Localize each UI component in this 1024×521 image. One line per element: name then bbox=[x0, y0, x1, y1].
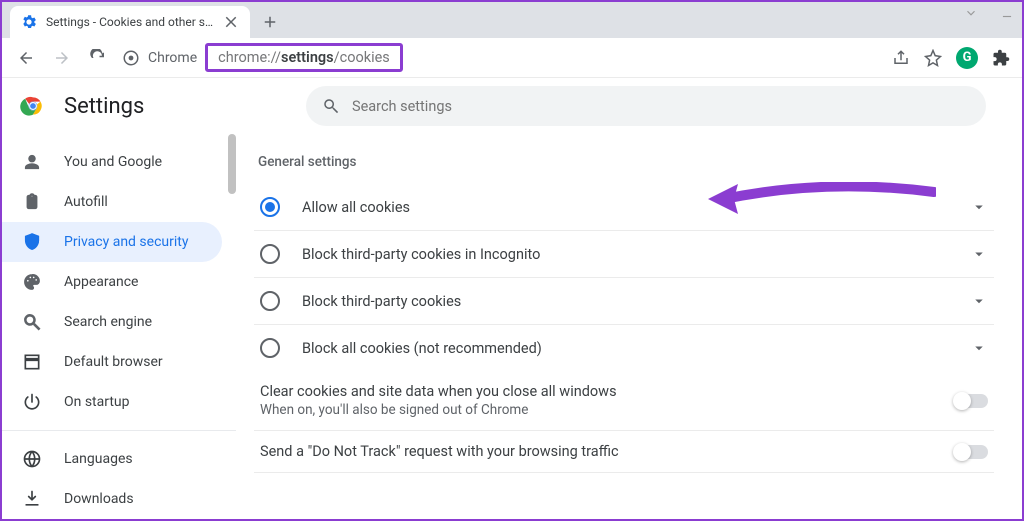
reload-button[interactable] bbox=[86, 46, 110, 70]
sidebar-item-downloads[interactable]: Downloads bbox=[2, 479, 222, 519]
toggle-title: Send a "Do Not Track" request with your … bbox=[260, 443, 954, 460]
extension-badge[interactable]: G bbox=[956, 47, 978, 69]
person-icon bbox=[22, 152, 42, 172]
sidebar-item-label: Search engine bbox=[64, 314, 152, 330]
sidebar-item-label: On startup bbox=[64, 394, 130, 410]
sidebar-item-label: Privacy and security bbox=[64, 234, 188, 250]
search-icon bbox=[322, 97, 340, 115]
tab-strip: Settings - Cookies and other site bbox=[2, 2, 1022, 38]
scrollbar[interactable] bbox=[228, 134, 236, 194]
cookie-option[interactable]: Block third-party cookies bbox=[254, 278, 994, 325]
sidebar-item-you-and-google[interactable]: You and Google bbox=[2, 142, 222, 182]
page-title: Settings bbox=[64, 94, 144, 119]
radio-icon[interactable] bbox=[260, 291, 280, 311]
share-icon[interactable] bbox=[892, 49, 910, 67]
window-controls bbox=[964, 6, 1014, 20]
cookie-option[interactable]: Block third-party cookies in Incognito bbox=[254, 231, 994, 278]
sidebar-item-default-browser[interactable]: Default browser bbox=[2, 342, 222, 382]
sidebar-item-label: Default browser bbox=[64, 354, 163, 370]
chevron-down-icon[interactable] bbox=[970, 339, 988, 357]
sidebar-item-label: Autofill bbox=[64, 194, 108, 210]
search-settings[interactable] bbox=[306, 86, 986, 126]
option-label: Block all cookies (not recommended) bbox=[302, 340, 970, 357]
sidebar-item-autofill[interactable]: Autofill bbox=[2, 182, 222, 222]
sidebar-item-privacy-and-security[interactable]: Privacy and security bbox=[2, 222, 222, 262]
chrome-logo-icon bbox=[20, 93, 46, 119]
palette-icon bbox=[22, 272, 42, 292]
shield-icon bbox=[22, 232, 42, 252]
search-input[interactable] bbox=[352, 98, 970, 115]
cookie-option[interactable]: Allow all cookies bbox=[254, 184, 994, 231]
power-icon bbox=[22, 392, 42, 412]
chrome-icon bbox=[122, 49, 140, 67]
toggle-switch[interactable] bbox=[954, 394, 988, 408]
radio-icon[interactable] bbox=[260, 244, 280, 264]
radio-icon[interactable] bbox=[260, 338, 280, 358]
toggle-row[interactable]: Send a "Do Not Track" request with your … bbox=[254, 431, 994, 473]
sidebar-item-languages[interactable]: Languages bbox=[2, 439, 222, 479]
option-label: Allow all cookies bbox=[302, 199, 970, 216]
reload-icon bbox=[89, 49, 107, 67]
clipboard-icon bbox=[22, 192, 42, 212]
plus-icon bbox=[261, 13, 279, 31]
chevron-down-icon[interactable] bbox=[964, 6, 978, 20]
star-icon[interactable] bbox=[924, 49, 942, 67]
option-label: Block third-party cookies bbox=[302, 293, 970, 310]
minimize-icon[interactable] bbox=[1000, 6, 1014, 20]
new-tab-button[interactable] bbox=[256, 8, 284, 36]
sidebar-item-appearance[interactable]: Appearance bbox=[2, 262, 222, 302]
close-icon[interactable] bbox=[222, 13, 240, 31]
radio-icon[interactable] bbox=[260, 197, 280, 217]
gear-icon bbox=[20, 13, 38, 31]
option-label: Block third-party cookies in Incognito bbox=[302, 246, 970, 263]
globe-icon bbox=[22, 449, 42, 469]
sidebar-item-search-engine[interactable]: Search engine bbox=[2, 302, 222, 342]
omnibox[interactable]: Chrome chrome://settings/cookies bbox=[122, 43, 880, 72]
tab-title: Settings - Cookies and other site bbox=[46, 15, 214, 29]
content: General settings Allow all cookies Block … bbox=[236, 134, 1022, 519]
sidebar-item-label: Languages bbox=[64, 451, 133, 467]
back-button[interactable] bbox=[14, 46, 38, 70]
cookie-option[interactable]: Block all cookies (not recommended) bbox=[254, 325, 994, 371]
toolbar: Chrome chrome://settings/cookies G bbox=[2, 38, 1022, 78]
toggle-switch[interactable] bbox=[954, 445, 988, 459]
settings-body: You and Google Autofill Privacy and securi… bbox=[2, 134, 1022, 519]
sidebar-item-label: Appearance bbox=[64, 274, 138, 290]
toggle-subtitle: When on, you'll also be signed out of Ch… bbox=[260, 402, 954, 418]
browser-tab[interactable]: Settings - Cookies and other site bbox=[10, 6, 250, 38]
toggle-row[interactable]: Clear cookies and site data when you clo… bbox=[254, 371, 994, 431]
arrow-left-icon bbox=[17, 49, 35, 67]
browser-icon bbox=[22, 352, 42, 372]
separator bbox=[2, 430, 236, 431]
extensions-icon[interactable] bbox=[992, 49, 1010, 67]
section-title: General settings bbox=[258, 154, 994, 170]
toggle-title: Clear cookies and site data when you clo… bbox=[260, 383, 954, 400]
chevron-down-icon[interactable] bbox=[970, 292, 988, 310]
omnibox-brand: Chrome bbox=[148, 50, 197, 66]
chevron-down-icon[interactable] bbox=[970, 198, 988, 216]
sidebar-item-on-startup[interactable]: On startup bbox=[2, 382, 222, 422]
magnify-icon bbox=[22, 312, 42, 332]
sidebar-item-label: Downloads bbox=[64, 491, 134, 507]
sidebar-item-label: You and Google bbox=[64, 154, 162, 170]
forward-button[interactable] bbox=[50, 46, 74, 70]
url-field[interactable]: chrome://settings/cookies bbox=[205, 43, 403, 72]
download-icon bbox=[22, 489, 42, 509]
chevron-down-icon[interactable] bbox=[970, 245, 988, 263]
sidebar: You and Google Autofill Privacy and securi… bbox=[2, 134, 236, 519]
settings-header: Settings bbox=[2, 78, 1022, 134]
arrow-right-icon bbox=[53, 49, 71, 67]
